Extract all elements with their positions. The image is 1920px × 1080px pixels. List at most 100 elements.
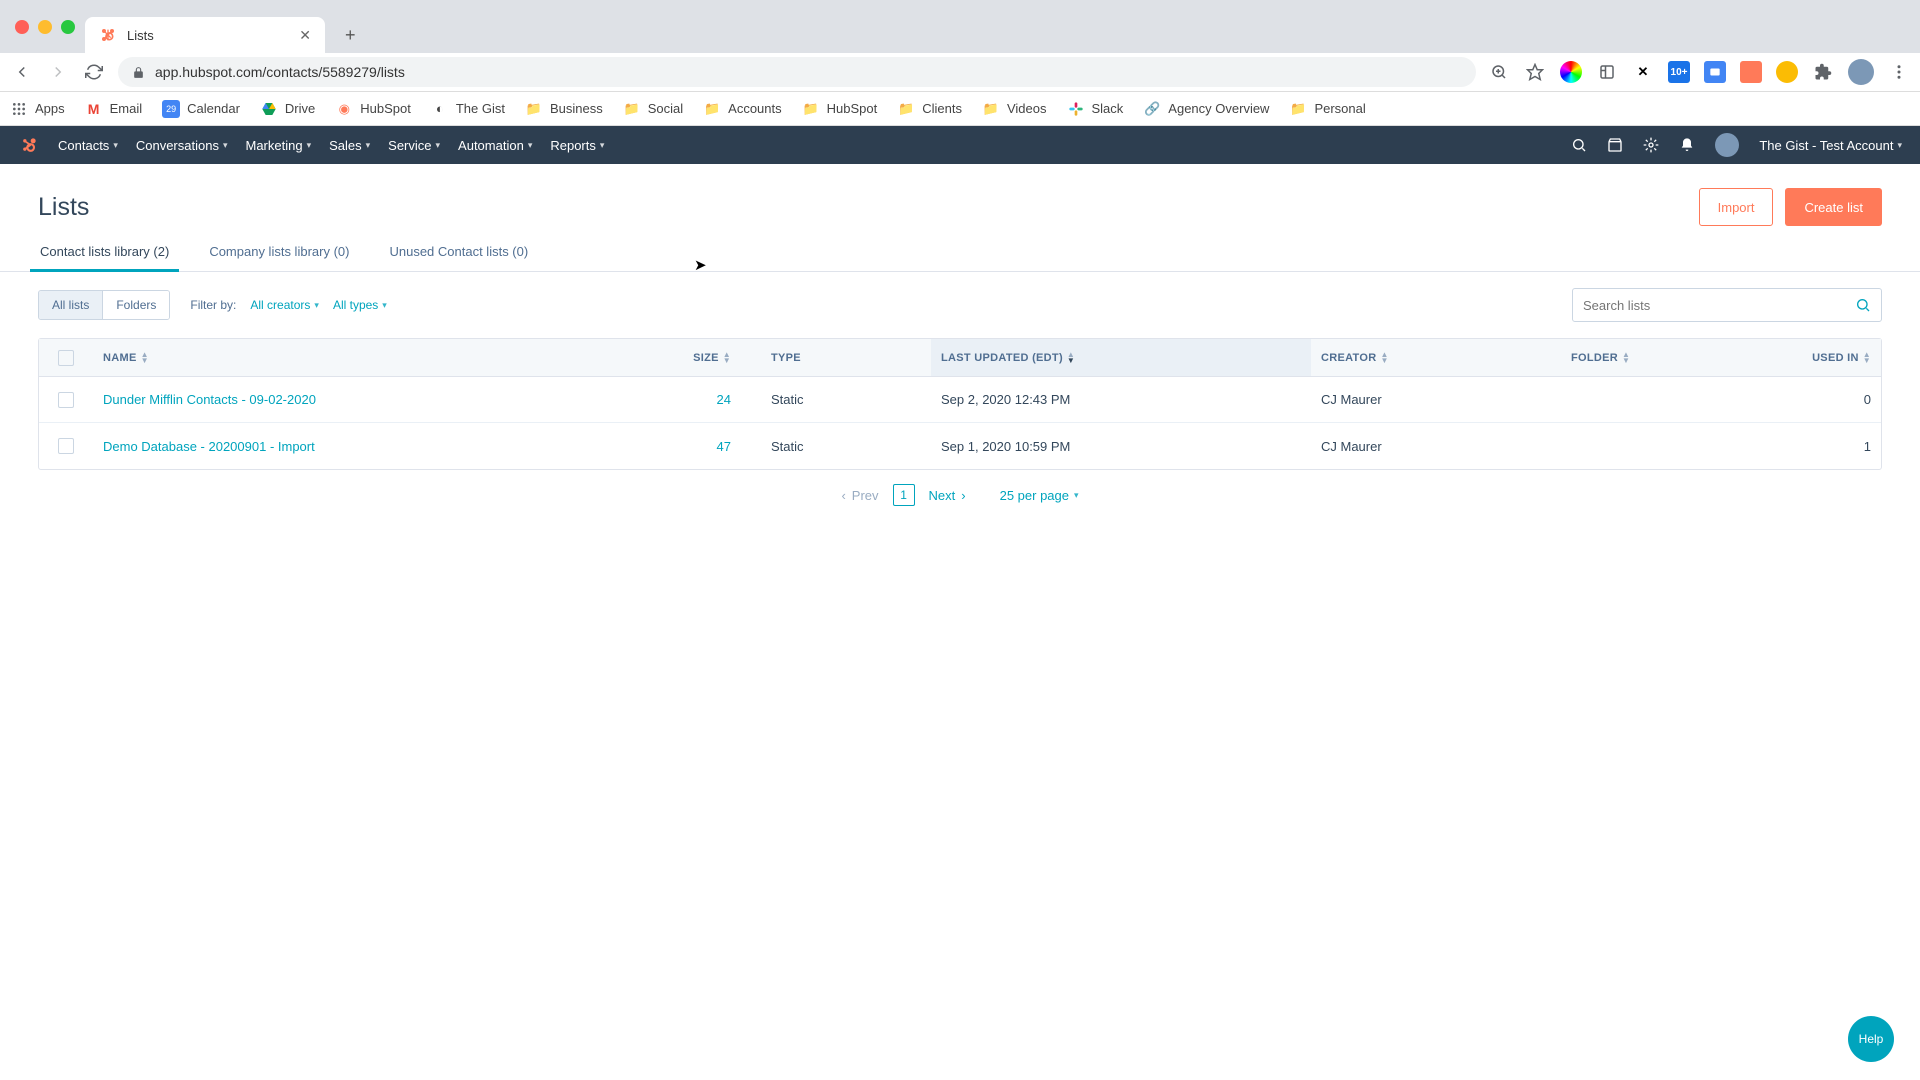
nav-service[interactable]: Service▾ xyxy=(388,138,440,153)
col-type[interactable]: TYPE xyxy=(761,352,931,364)
bookmark-agency[interactable]: 🔗 Agency Overview xyxy=(1143,100,1269,118)
list-name-link[interactable]: Dunder Mifflin Contacts - 09-02-2020 xyxy=(93,392,611,407)
folder-icon: 📁 xyxy=(703,100,721,118)
drive-icon xyxy=(260,100,278,118)
list-creator: CJ Maurer xyxy=(1311,392,1561,407)
col-folder[interactable]: FOLDER▲▼ xyxy=(1561,352,1761,364)
tab-company-lists[interactable]: Company lists library (0) xyxy=(207,234,351,271)
ext-icon-7[interactable] xyxy=(1776,61,1798,83)
create-list-button[interactable]: Create list xyxy=(1785,188,1882,226)
minimize-window[interactable] xyxy=(38,20,52,34)
search-input[interactable] xyxy=(1583,298,1847,313)
prev-page[interactable]: ‹ Prev xyxy=(841,488,878,503)
chevron-right-icon: › xyxy=(961,488,965,503)
filter-by-label: Filter by: xyxy=(190,298,236,312)
bookmark-label: Drive xyxy=(285,101,315,116)
nav-conversations[interactable]: Conversations▾ xyxy=(136,138,228,153)
all-lists-toggle[interactable]: All lists xyxy=(39,291,102,319)
tab-title: Lists xyxy=(127,28,289,43)
select-all-checkbox[interactable] xyxy=(58,350,74,366)
account-switcher[interactable]: The Gist - Test Account▾ xyxy=(1759,138,1902,153)
row-checkbox[interactable] xyxy=(58,392,74,408)
nav-contacts[interactable]: Contacts▾ xyxy=(58,138,118,153)
bookmark-hubspot-folder[interactable]: 📁 HubSpot xyxy=(802,100,878,118)
col-name[interactable]: NAME▲▼ xyxy=(93,352,611,364)
bookmark-gist[interactable]: ◐ The Gist xyxy=(431,100,505,118)
types-filter[interactable]: All types ▾ xyxy=(333,298,387,312)
user-avatar[interactable] xyxy=(1715,133,1739,157)
bookmark-email[interactable]: M Email xyxy=(85,100,143,118)
forward-button[interactable] xyxy=(46,60,70,84)
bookmark-slack[interactable]: Slack xyxy=(1067,100,1124,118)
bookmark-accounts[interactable]: 📁 Accounts xyxy=(703,100,781,118)
url-field[interactable]: app.hubspot.com/contacts/5589279/lists xyxy=(118,57,1476,87)
folder-icon: 📁 xyxy=(525,100,543,118)
ext-icon-2[interactable] xyxy=(1596,61,1618,83)
help-button[interactable]: Help xyxy=(1848,1016,1894,1062)
row-checkbox[interactable] xyxy=(58,438,74,454)
search-icon[interactable] xyxy=(1571,137,1587,153)
maximize-window[interactable] xyxy=(61,20,75,34)
settings-icon[interactable] xyxy=(1643,137,1659,153)
col-size[interactable]: SIZE▲▼ xyxy=(611,352,761,364)
tab-close-icon[interactable]: ✕ xyxy=(299,27,311,44)
bookmark-business[interactable]: 📁 Business xyxy=(525,100,603,118)
search-icon[interactable] xyxy=(1855,297,1871,313)
star-icon[interactable] xyxy=(1524,61,1546,83)
table-row: Demo Database - 20200901 - Import 47 Sta… xyxy=(39,423,1881,469)
bookmark-videos[interactable]: 📁 Videos xyxy=(982,100,1047,118)
menu-icon[interactable] xyxy=(1888,61,1910,83)
ext-icon-3[interactable]: ✕ xyxy=(1632,61,1654,83)
sort-icon: ▲▼ xyxy=(1863,352,1871,364)
creators-filter[interactable]: All creators ▾ xyxy=(250,298,319,312)
browser-tab[interactable]: Lists ✕ xyxy=(85,17,325,53)
folders-toggle[interactable]: Folders xyxy=(102,291,169,319)
bookmark-label: Agency Overview xyxy=(1168,101,1269,116)
nav-automation[interactable]: Automation▾ xyxy=(458,138,532,153)
nav-marketing[interactable]: Marketing▾ xyxy=(245,138,311,153)
gmail-icon: M xyxy=(85,100,103,118)
bookmark-social[interactable]: 📁 Social xyxy=(623,100,683,118)
ext-icon-4[interactable]: 10+ xyxy=(1668,61,1690,83)
hubspot-logo-icon[interactable] xyxy=(18,134,40,156)
notifications-icon[interactable] xyxy=(1679,137,1695,153)
import-button[interactable]: Import xyxy=(1699,188,1774,226)
sort-icon: ▲▼ xyxy=(1067,352,1075,364)
chevron-down-icon: ▾ xyxy=(314,300,319,311)
ext-icon-5[interactable] xyxy=(1704,61,1726,83)
page-number[interactable]: 1 xyxy=(893,484,915,506)
bookmark-drive[interactable]: Drive xyxy=(260,100,315,118)
window-controls xyxy=(15,20,75,34)
apps-button[interactable]: Apps xyxy=(10,100,65,118)
extensions-icon[interactable] xyxy=(1812,61,1834,83)
col-creator[interactable]: CREATOR▲▼ xyxy=(1311,352,1561,364)
list-size[interactable]: 24 xyxy=(611,392,761,407)
new-tab-button[interactable]: + xyxy=(335,17,366,53)
zoom-icon[interactable] xyxy=(1488,61,1510,83)
reload-button[interactable] xyxy=(82,60,106,84)
nav-sales[interactable]: Sales▾ xyxy=(329,138,370,153)
profile-avatar[interactable] xyxy=(1848,59,1874,85)
marketplace-icon[interactable] xyxy=(1607,137,1623,153)
bookmark-label: Accounts xyxy=(728,101,781,116)
next-page[interactable]: Next › xyxy=(929,488,966,503)
back-button[interactable] xyxy=(10,60,34,84)
bookmark-label: Videos xyxy=(1007,101,1047,116)
list-size[interactable]: 47 xyxy=(611,439,761,454)
col-used-in[interactable]: USED IN▲▼ xyxy=(1761,352,1881,364)
list-name-link[interactable]: Demo Database - 20200901 - Import xyxy=(93,439,611,454)
bookmark-calendar[interactable]: 29 Calendar xyxy=(162,100,240,118)
bookmark-hubspot[interactable]: ◉ HubSpot xyxy=(335,100,411,118)
ext-icon-1[interactable] xyxy=(1560,61,1582,83)
tab-contact-lists[interactable]: Contact lists library (2) xyxy=(38,234,171,271)
bookmark-personal[interactable]: 📁 Personal xyxy=(1289,100,1365,118)
col-last-updated[interactable]: LAST UPDATED (EDT)▲▼ xyxy=(931,339,1311,376)
tab-unused-lists[interactable]: Unused Contact lists (0) xyxy=(387,234,530,271)
search-lists-input[interactable] xyxy=(1572,288,1882,322)
chevron-down-icon: ▾ xyxy=(1074,490,1079,501)
ext-icon-6[interactable] xyxy=(1740,61,1762,83)
per-page-dropdown[interactable]: 25 per page ▾ xyxy=(1000,488,1079,503)
close-window[interactable] xyxy=(15,20,29,34)
bookmark-clients[interactable]: 📁 Clients xyxy=(897,100,962,118)
nav-reports[interactable]: Reports▾ xyxy=(550,138,604,153)
